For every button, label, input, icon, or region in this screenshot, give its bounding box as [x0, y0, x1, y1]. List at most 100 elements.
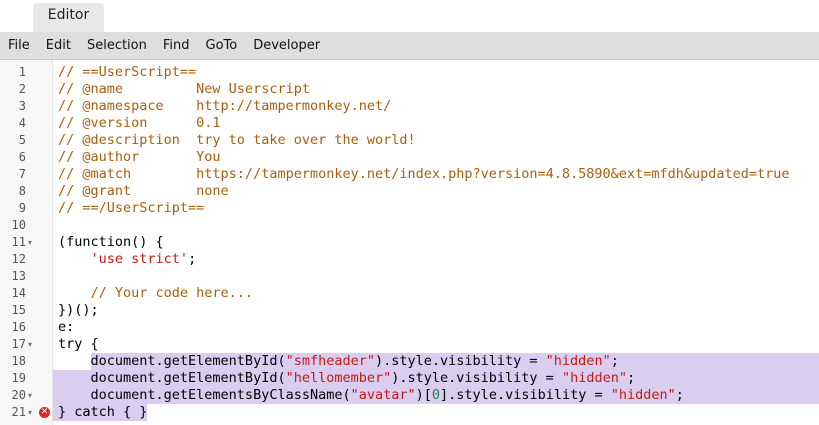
code-token-string: "hidden"	[561, 370, 627, 386]
line-number: 5	[18, 133, 26, 147]
line-number: 3	[18, 99, 26, 113]
code-line[interactable]: // ==/UserScript==	[53, 200, 819, 217]
code-line[interactable]	[53, 268, 819, 285]
code-token-string: 'use strict'	[90, 251, 189, 267]
code-line[interactable]: // Your code here...	[53, 285, 819, 302]
gutter-line: 3	[0, 98, 52, 115]
code-token-plain: e:	[58, 319, 75, 335]
code-token-plain: ;	[188, 251, 197, 267]
code-token-plain: ).style.visibility =	[374, 353, 546, 369]
line-number: 10	[11, 218, 26, 232]
menu-bar: File Edit Selection Find GoTo Developer	[0, 32, 819, 60]
code-token-string: "hellomember"	[285, 370, 392, 386]
code-text: // @grant none	[58, 183, 229, 200]
menu-selection[interactable]: Selection	[79, 32, 155, 59]
gutter-line: 14	[0, 285, 52, 302]
menu-developer[interactable]: Developer	[245, 32, 328, 59]
code-line[interactable]: })();	[53, 302, 819, 319]
code-token-plain: ].style.visibility =	[440, 387, 611, 403]
code-text: })();	[58, 302, 99, 319]
code-line[interactable]: // @author You	[53, 149, 819, 166]
code-line[interactable]: // @description try to take over the wor…	[53, 132, 819, 149]
code-line[interactable]: document.getElementsByClassName("avatar"…	[53, 387, 819, 404]
code-token-plain: ;	[626, 370, 636, 386]
code-token-comment: // @version 0.1	[58, 115, 221, 131]
code-line[interactable]: document.getElementById("hellomember").s…	[53, 370, 819, 387]
gutter-line: 11 ▾	[0, 234, 52, 251]
gutter-line: 18	[0, 353, 52, 370]
error-circle-icon[interactable]: ✕	[39, 407, 50, 418]
code-text: // ==/UserScript==	[58, 200, 204, 217]
gutter-line: 19	[0, 370, 52, 387]
line-number: 13	[11, 269, 26, 283]
fold-arrow-icon[interactable]: ▾	[28, 336, 32, 353]
code-token-comment: // Your code here...	[90, 285, 254, 301]
code-token-comment: // @namespace http://tampermonkey.net/	[58, 98, 392, 114]
line-number: 12	[11, 252, 26, 266]
line-number: 16	[11, 320, 26, 334]
code-text: document.getElementsByClassName("avatar"…	[58, 387, 684, 404]
line-number: 6	[18, 150, 26, 164]
code-editor[interactable]: 1 2 3 4 5 6 7 8 9 10 11 ▾ 12 13 14 15 16 17 ▾ 18 19 20 ▾ 21 ▾ ✕ /…	[0, 60, 819, 425]
code-line[interactable]: 'use strict';	[53, 251, 819, 268]
gutter-line: 16	[0, 319, 52, 336]
code-line[interactable]: (function() {	[53, 234, 819, 251]
code-text: document.getElementById("smfheader").sty…	[58, 353, 619, 370]
line-number: 14	[11, 286, 26, 300]
code-token-plain: (function() {	[58, 234, 164, 250]
gutter-line: 13	[0, 268, 52, 285]
fold-arrow-icon[interactable]: ▾	[28, 387, 32, 404]
code-line[interactable]: try {	[53, 336, 819, 353]
code-token-plain: } catch { }	[58, 404, 148, 420]
code-text: // @version 0.1	[58, 115, 221, 132]
code-token-string: "smfheader"	[285, 353, 375, 369]
line-number: 18	[11, 354, 26, 368]
line-number: 2	[18, 82, 26, 96]
code-line[interactable]: // @name New Userscript	[53, 81, 819, 98]
menu-find[interactable]: Find	[155, 32, 198, 59]
code-line[interactable]: document.getElementById("smfheader").sty…	[53, 353, 819, 370]
code-token-string: "avatar"	[350, 387, 416, 403]
menu-file[interactable]: File	[0, 32, 38, 59]
code-text: (function() {	[58, 234, 164, 251]
fold-arrow-icon[interactable]: ▾	[28, 404, 32, 421]
code-text: // Your code here...	[58, 285, 254, 302]
code-token-plain: ).style.visibility =	[391, 370, 562, 386]
menu-goto[interactable]: GoTo	[198, 32, 246, 59]
code-token-comment: // ==/UserScript==	[58, 200, 205, 216]
code-line[interactable]: } catch { }	[53, 404, 819, 421]
code-token-plain: document.getElementsByClassName(	[58, 387, 351, 403]
code-text: try {	[58, 336, 99, 353]
tab-editor[interactable]: Editor	[33, 3, 104, 32]
code-line[interactable]: // ==UserScript==	[53, 64, 819, 81]
code-text: // @author You	[58, 149, 221, 166]
code-text: // @match https://tampermonkey.net/index…	[58, 166, 790, 183]
gutter-line: 12	[0, 251, 52, 268]
tab-bar: Editor	[0, 0, 819, 32]
gutter-line: 10	[0, 217, 52, 234]
line-number: 15	[11, 303, 26, 317]
code-token-number: 0	[431, 387, 441, 403]
code-line[interactable]: // @version 0.1	[53, 115, 819, 132]
code-line[interactable]: // @grant none	[53, 183, 819, 200]
code-token-plain: )[	[415, 387, 432, 403]
code-token-comment: // ==UserScript==	[58, 64, 197, 80]
code-token-comment: // @name New Userscript	[58, 81, 310, 97]
code-token-plain: ;	[610, 353, 619, 369]
gutter-line: 15	[0, 302, 52, 319]
code-text: e:	[58, 319, 74, 336]
line-number: 19	[11, 371, 26, 385]
code-line[interactable]	[53, 217, 819, 234]
code-line[interactable]: e:	[53, 319, 819, 336]
menu-edit[interactable]: Edit	[38, 32, 79, 59]
code-token-comment: // @author You	[58, 149, 221, 165]
line-number-gutter: 1 2 3 4 5 6 7 8 9 10 11 ▾ 12 13 14 15 16 17 ▾ 18 19 20 ▾ 21 ▾ ✕	[0, 60, 53, 425]
code-token-plain: ;	[675, 387, 684, 403]
line-number: 17	[11, 337, 26, 351]
code-text: // @name New Userscript	[58, 81, 310, 98]
code-line[interactable]: // @match https://tampermonkey.net/index…	[53, 166, 819, 183]
fold-arrow-icon[interactable]: ▾	[28, 234, 32, 251]
code-line[interactable]: // @namespace http://tampermonkey.net/	[53, 98, 819, 115]
